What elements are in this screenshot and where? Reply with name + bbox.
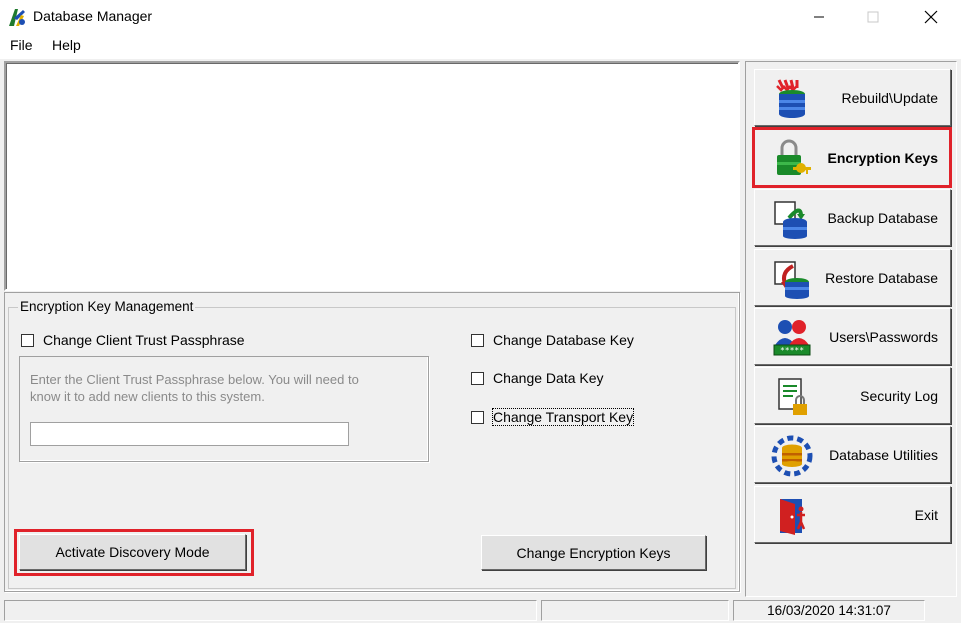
window-title: Database Manager bbox=[33, 8, 153, 24]
sidebar-item-database-utilities[interactable]: Database Utilities bbox=[754, 426, 951, 483]
sidebar-item-users-passwords[interactable]: ***** Users\Passwords bbox=[754, 308, 951, 365]
backup-database-icon bbox=[774, 201, 807, 239]
passphrase-hint: Enter the Client Trust Passphrase below.… bbox=[30, 372, 359, 404]
database-key-checkbox-row[interactable]: Change Database Key bbox=[471, 332, 634, 348]
encryption-keys-icon bbox=[777, 139, 811, 175]
minimize-button[interactable] bbox=[796, 0, 842, 33]
sidebar-item-encryption-keys[interactable]: Encryption Keys bbox=[754, 129, 951, 186]
sidebar-item-label: Rebuild\Update bbox=[841, 89, 938, 106]
status-datetime: 16/03/2020 14:31:07 bbox=[733, 600, 925, 621]
group-legend: Encryption Key Management bbox=[18, 299, 196, 314]
sidebar-item-label: Users\Passwords bbox=[829, 328, 938, 345]
security-log-icon bbox=[778, 378, 807, 415]
transport-key-checkbox[interactable] bbox=[471, 410, 484, 424]
transport-key-label: Change Transport Key bbox=[491, 408, 635, 426]
sidebar-item-label: Exit bbox=[914, 506, 938, 523]
svg-text:*****: ***** bbox=[780, 346, 804, 355]
restore-database-icon bbox=[774, 261, 809, 299]
rebuild-database-icon bbox=[776, 79, 805, 118]
database-key-label: Change Database Key bbox=[493, 332, 634, 348]
sidebar-item-label: Database Utilities bbox=[829, 446, 938, 463]
data-key-checkbox[interactable] bbox=[471, 371, 484, 385]
sidebar-item-security-log[interactable]: Security Log bbox=[754, 367, 951, 424]
sidebar-item-label: Security Log bbox=[860, 387, 938, 404]
database-utilities-icon bbox=[771, 435, 813, 477]
exit-door-icon bbox=[780, 499, 806, 535]
sidebar-item-label: Backup Database bbox=[827, 209, 938, 226]
sidebar-item-rebuild-update[interactable]: Rebuild\Update bbox=[754, 69, 951, 126]
menu-bar: File Help bbox=[0, 33, 961, 59]
change-encryption-keys-button[interactable]: Change Encryption Keys bbox=[481, 535, 706, 570]
status-pane-main bbox=[4, 600, 537, 621]
title-bar: Database Manager bbox=[0, 0, 961, 33]
sidebar-item-exit[interactable]: Exit bbox=[754, 486, 951, 543]
status-pane-middle bbox=[541, 600, 729, 621]
data-key-checkbox-row[interactable]: Change Data Key bbox=[471, 370, 604, 386]
maximize-icon bbox=[867, 11, 879, 22]
passphrase-input[interactable] bbox=[30, 422, 349, 446]
sidebar-item-restore-database[interactable]: Restore Database bbox=[754, 249, 951, 306]
minimize-icon bbox=[814, 16, 824, 17]
close-button[interactable] bbox=[908, 0, 954, 33]
data-key-label: Change Data Key bbox=[493, 370, 604, 386]
transport-key-checkbox-row[interactable]: Change Transport Key bbox=[471, 408, 635, 426]
client-trust-checkbox[interactable] bbox=[21, 333, 34, 347]
sidebar-item-backup-database[interactable]: Backup Database bbox=[754, 189, 951, 246]
sidebar-item-label: Encryption Keys bbox=[827, 149, 938, 166]
client-trust-label: Change Client Trust Passphrase bbox=[43, 332, 245, 348]
log-output-area[interactable] bbox=[4, 61, 740, 291]
database-key-checkbox[interactable] bbox=[471, 333, 484, 347]
app-icon bbox=[9, 9, 25, 26]
close-icon bbox=[924, 10, 938, 23]
menu-file[interactable]: File bbox=[10, 37, 33, 53]
menu-help[interactable]: Help bbox=[52, 37, 81, 53]
maximize-button[interactable] bbox=[850, 0, 896, 33]
users-passwords-icon: ***** bbox=[773, 320, 811, 356]
activate-discovery-button[interactable]: Activate Discovery Mode bbox=[19, 534, 246, 570]
client-trust-checkbox-row[interactable]: Change Client Trust Passphrase bbox=[21, 332, 245, 348]
sidebar-item-label: Restore Database bbox=[825, 269, 938, 286]
